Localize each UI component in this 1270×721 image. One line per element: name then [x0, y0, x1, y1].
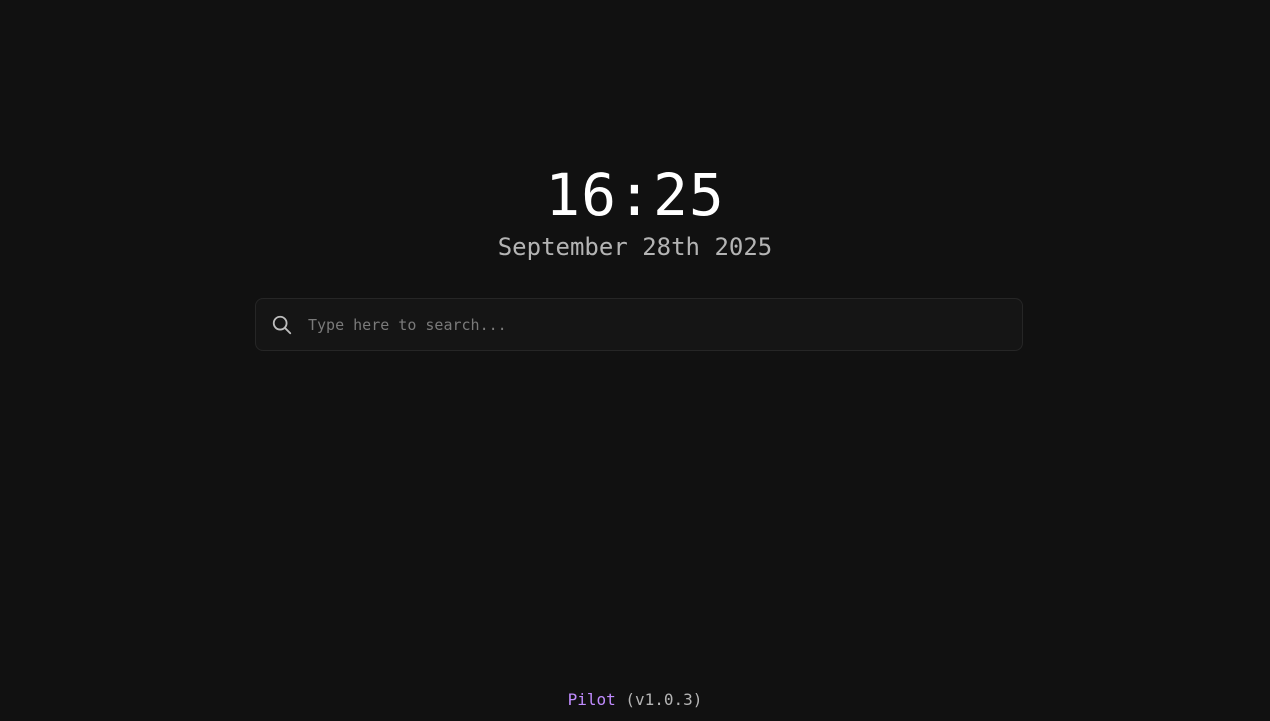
search-icon	[270, 313, 294, 337]
search-input[interactable]	[308, 299, 1022, 350]
app-footer: Pilot (v1.0.3)	[0, 689, 1270, 711]
clock-date: September 28th 2025	[497, 233, 773, 261]
start-page: 16:25 September 28th 2025 Pilot (v1.0.3)	[0, 0, 1270, 721]
search-bar[interactable]	[255, 298, 1023, 351]
clock-time: 16:25	[545, 161, 725, 229]
app-name[interactable]: Pilot	[568, 690, 616, 709]
app-version: (v1.0.3)	[625, 690, 703, 709]
